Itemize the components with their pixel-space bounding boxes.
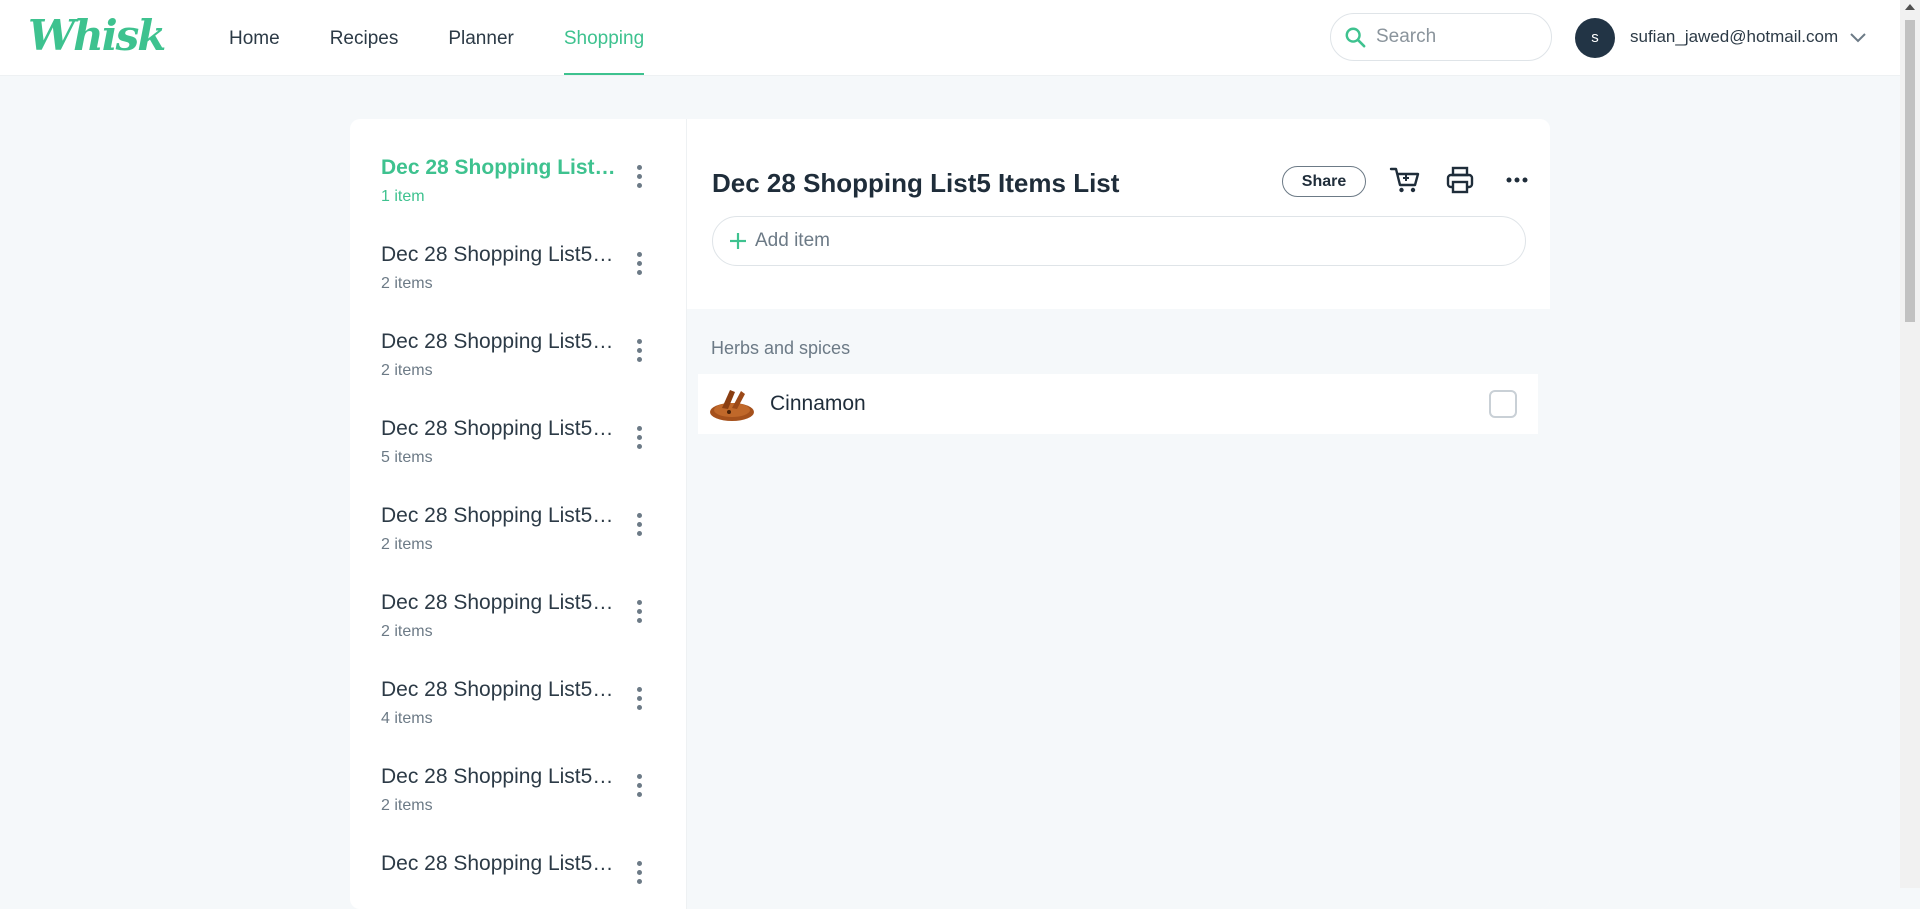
share-button[interactable]: Share (1282, 166, 1366, 197)
page-title: Dec 28 Shopping List5 Items List (712, 168, 1120, 198)
list-item-count: 5 items (381, 449, 433, 466)
list-item[interactable]: Dec 28 Shopping List5 Items List 2 items (381, 764, 681, 844)
list-title: Dec 28 Shopping List5 Items List (381, 765, 616, 788)
list-title: Dec 28 Shopping List5 Items List (381, 504, 616, 527)
list-item-count: 2 items (381, 362, 433, 379)
page-scrollbar[interactable] (1900, 0, 1920, 888)
search-icon (1345, 27, 1366, 48)
nav-item-home[interactable]: Home (229, 0, 280, 75)
list-item[interactable]: Dec 28 Shopping List5 Items List (381, 851, 681, 909)
list-item[interactable]: Dec 28 Shopping List5 Items List 2 items (381, 590, 681, 670)
list-item-count: 4 items (381, 710, 433, 727)
search-input[interactable] (1374, 25, 1528, 49)
list-title: Dec 28 Shopping List5 Items List (381, 417, 616, 440)
kebab-menu-icon[interactable] (632, 600, 646, 626)
user-email[interactable]: sufian_jawed@hotmail.com (1630, 27, 1838, 47)
whisk-logo[interactable]: Whisk (28, 14, 166, 58)
shopping-list-card: Dec 28 Shopping List5 Items List 1 item … (350, 119, 1550, 909)
top-navigation-bar: Whisk Home Recipes Planner Shopping s su… (0, 0, 1900, 76)
avatar[interactable]: s (1575, 18, 1615, 58)
list-item-count: 2 items (381, 623, 433, 640)
item-checkbox[interactable] (1489, 390, 1517, 418)
nav-item-planner[interactable]: Planner (448, 0, 514, 75)
add-item-input[interactable] (753, 229, 1457, 253)
list-item[interactable]: Dec 28 Shopping List5 Items List 2 items (381, 242, 681, 322)
list-item[interactable]: Dec 28 Shopping List5 Items List 5 items (381, 416, 681, 496)
list-item[interactable]: Dec 28 Shopping List5 Items List 1 item (381, 155, 681, 235)
item-name: Cinnamon (770, 392, 866, 415)
shopping-lists-sidebar: Dec 28 Shopping List5 Items List 1 item … (350, 119, 687, 909)
scroll-up-arrow-icon[interactable] (1905, 4, 1915, 10)
kebab-menu-icon[interactable] (632, 513, 646, 539)
list-item-count: 2 items (381, 275, 433, 292)
kebab-menu-icon[interactable] (632, 861, 646, 887)
kebab-menu-icon[interactable] (632, 339, 646, 365)
kebab-menu-icon[interactable] (632, 774, 646, 800)
list-title: Dec 28 Shopping List5 Items List (381, 330, 616, 353)
list-title: Dec 28 Shopping List5 Items List (381, 156, 616, 179)
list-item-count: 2 items (381, 536, 433, 553)
kebab-menu-icon[interactable] (632, 687, 646, 713)
list-title: Dec 28 Shopping List5 Items List (381, 852, 616, 875)
scrollbar-thumb[interactable] (1905, 20, 1915, 322)
print-icon[interactable] (1443, 163, 1477, 197)
add-item-field[interactable] (712, 216, 1526, 266)
list-title: Dec 28 Shopping List5 Items List (381, 591, 616, 614)
search-box[interactable] (1330, 13, 1552, 61)
list-title: Dec 28 Shopping List5 Items List (381, 678, 616, 701)
list-item[interactable]: Dec 28 Shopping List5 Items List 4 items (381, 677, 681, 757)
kebab-menu-icon[interactable] (632, 165, 646, 191)
chevron-down-icon[interactable] (1848, 28, 1868, 48)
plus-icon (730, 233, 746, 249)
kebab-menu-icon[interactable] (632, 426, 646, 452)
kebab-menu-icon[interactable] (632, 252, 646, 278)
grocery-item-row[interactable]: Cinnamon (698, 374, 1538, 434)
list-item[interactable]: Dec 28 Shopping List5 Items List 2 items (381, 503, 681, 583)
cinnamon-image (710, 390, 754, 421)
list-title: Dec 28 Shopping List5 Items List (381, 243, 616, 266)
main-nav: Home Recipes Planner Shopping (229, 0, 694, 75)
nav-item-recipes[interactable]: Recipes (330, 0, 399, 75)
list-item[interactable]: Dec 28 Shopping List5 Items List 2 items (381, 329, 681, 409)
shopping-list-detail: Dec 28 Shopping List5 Items List Share A… (687, 119, 1550, 909)
cart-icon[interactable] (1388, 163, 1422, 197)
section-title: Herbs and spices (711, 338, 851, 358)
nav-item-shopping[interactable]: Shopping (563, 0, 645, 75)
list-header: Dec 28 Shopping List5 Items List Share (687, 119, 1550, 309)
list-item-count: 2 items (381, 797, 433, 814)
more-icon[interactable] (1500, 163, 1534, 197)
list-item-count: 1 item (381, 188, 425, 205)
